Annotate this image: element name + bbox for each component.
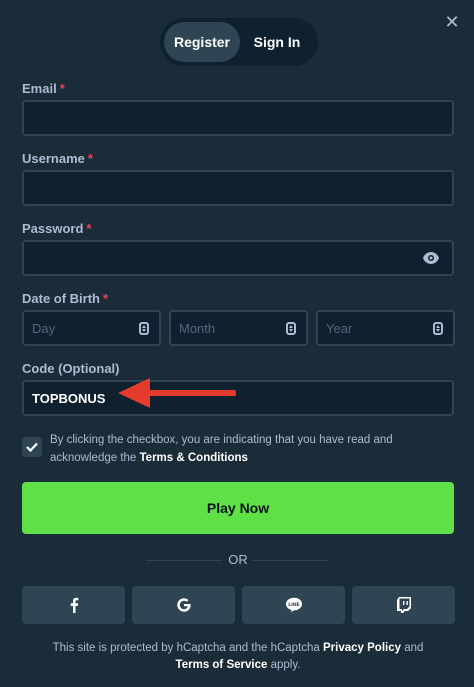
privacy-policy-link[interactable]: Privacy Policy	[323, 642, 401, 654]
dob-day-placeholder: Day	[32, 320, 56, 336]
twitch-icon	[396, 597, 411, 613]
required-mark: *	[87, 151, 93, 166]
dob-month-select[interactable]: Month	[169, 310, 308, 346]
red-arrow-annotation	[118, 378, 236, 408]
consent-checkbox[interactable]	[22, 437, 42, 457]
terms-link[interactable]: Terms & Conditions	[140, 452, 248, 464]
or-divider: OR	[228, 552, 248, 567]
email-field[interactable]	[22, 100, 454, 136]
line-login-button[interactable]: LINE	[242, 586, 345, 624]
facebook-icon	[70, 597, 78, 613]
email-label-text: Email	[22, 81, 57, 96]
close-icon[interactable]: ✕	[442, 12, 462, 32]
email-label: Email *	[22, 81, 65, 96]
username-label: Username *	[22, 151, 93, 166]
play-now-button[interactable]: Play Now	[22, 482, 454, 534]
code-label: Code (Optional)	[22, 361, 120, 376]
consent-text: By clicking the checkbox, you are indica…	[50, 431, 450, 467]
password-label-text: Password	[22, 221, 84, 236]
svg-text:LINE: LINE	[288, 602, 300, 608]
facebook-login-button[interactable]	[22, 586, 125, 624]
divider-line-right	[252, 560, 328, 561]
line-icon: LINE	[285, 597, 302, 613]
required-mark: *	[86, 221, 92, 236]
eye-icon[interactable]	[422, 251, 440, 265]
username-label-text: Username	[22, 151, 85, 166]
code-field[interactable]: TOPBONUS	[22, 380, 454, 416]
spinner-icon	[433, 322, 443, 335]
checkmark-icon	[26, 442, 38, 452]
dob-year-select[interactable]: Year	[316, 310, 455, 346]
username-field[interactable]	[22, 170, 454, 206]
dob-label: Date of Birth *	[22, 291, 108, 306]
twitch-login-button[interactable]	[352, 586, 455, 624]
captcha-notice-and: and	[404, 642, 424, 654]
tab-register[interactable]: Register	[164, 22, 240, 62]
dob-month-placeholder: Month	[179, 320, 216, 336]
dob-day-select[interactable]: Day	[22, 310, 161, 346]
code-value: TOPBONUS	[32, 390, 106, 406]
tab-signin[interactable]: Sign In	[240, 22, 314, 62]
register-modal: ✕ Register Sign In Email * Username * Pass…	[0, 0, 474, 687]
captcha-notice-prefix: This site is protected by hCaptcha and t…	[52, 642, 320, 654]
password-label: Password *	[22, 221, 91, 236]
google-login-button[interactable]	[132, 586, 235, 624]
spinner-icon	[139, 322, 149, 335]
auth-tabs: Register Sign In	[160, 18, 318, 66]
spinner-icon	[286, 322, 296, 335]
dob-label-text: Date of Birth	[22, 291, 100, 306]
captcha-notice-suffix: apply.	[270, 659, 301, 671]
terms-of-service-link[interactable]: Terms of Service	[176, 659, 268, 671]
divider-line-left	[146, 560, 222, 561]
password-field[interactable]	[22, 240, 454, 276]
google-icon	[176, 598, 191, 612]
required-mark: *	[59, 81, 65, 96]
required-mark: *	[103, 291, 109, 306]
dob-year-placeholder: Year	[326, 320, 353, 336]
captcha-notice: This site is protected by hCaptcha and t…	[22, 640, 454, 674]
